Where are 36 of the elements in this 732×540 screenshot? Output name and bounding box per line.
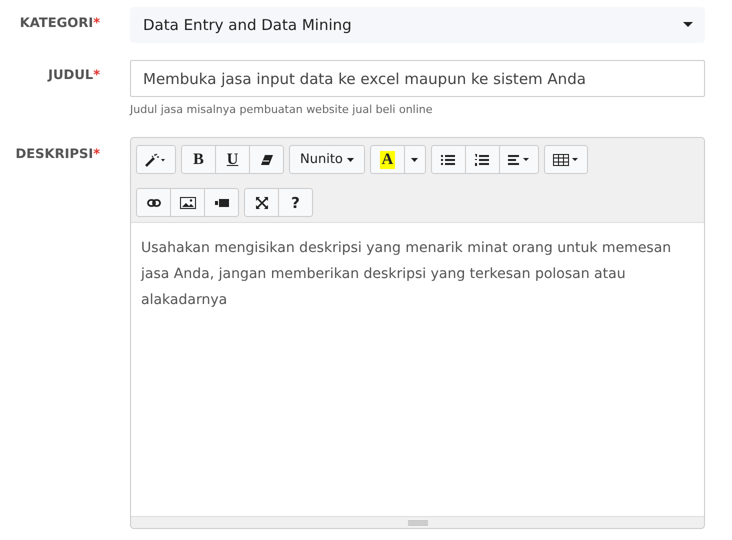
category-select[interactable]: Data Entry and Data Mining bbox=[130, 7, 705, 43]
video-button[interactable] bbox=[204, 188, 239, 217]
table-icon bbox=[552, 154, 579, 166]
link-button[interactable] bbox=[136, 188, 171, 217]
numbered-list-button[interactable] bbox=[464, 145, 500, 174]
field-label: JUDUL* bbox=[48, 68, 100, 85]
fullscreen-button[interactable] bbox=[244, 188, 279, 217]
caret-icon bbox=[411, 158, 418, 162]
help-text: Judul jasa misalnya pembuatan website jual beli online bbox=[130, 103, 434, 116]
color-dropdown-button[interactable] bbox=[404, 145, 426, 174]
field-label: KATEGORI* bbox=[20, 16, 100, 33]
fullscreen-icon bbox=[256, 196, 268, 208]
caret-icon bbox=[346, 158, 354, 162]
resize-handle[interactable] bbox=[131, 516, 704, 528]
bullet-list-button[interactable] bbox=[430, 145, 466, 174]
caret-icon bbox=[683, 22, 693, 28]
title-input[interactable]: Membuka jasa input data ke excel maupun ke sistem Anda bbox=[130, 60, 705, 97]
field-label: DESKRIPSI* bbox=[16, 147, 100, 164]
table-button[interactable] bbox=[544, 145, 588, 174]
help-button[interactable]: ? bbox=[278, 188, 313, 217]
align-button[interactable] bbox=[498, 145, 539, 174]
bullet-list-icon bbox=[441, 154, 456, 166]
magic-wand-icon bbox=[145, 152, 167, 166]
image-icon bbox=[180, 196, 196, 208]
eraser-icon bbox=[260, 154, 272, 166]
text-color-button[interactable]: A bbox=[370, 145, 405, 174]
underline-button[interactable]: U bbox=[215, 145, 250, 174]
style-button[interactable] bbox=[136, 145, 176, 174]
eraser-button[interactable] bbox=[249, 145, 284, 174]
bold-button[interactable]: B bbox=[181, 145, 216, 174]
font-dropdown[interactable]: Nunito bbox=[289, 145, 365, 174]
align-icon bbox=[508, 154, 530, 164]
image-button[interactable] bbox=[170, 188, 205, 217]
video-camera-icon bbox=[214, 198, 228, 206]
numbered-list-icon bbox=[475, 154, 490, 166]
link-icon bbox=[146, 198, 160, 206]
